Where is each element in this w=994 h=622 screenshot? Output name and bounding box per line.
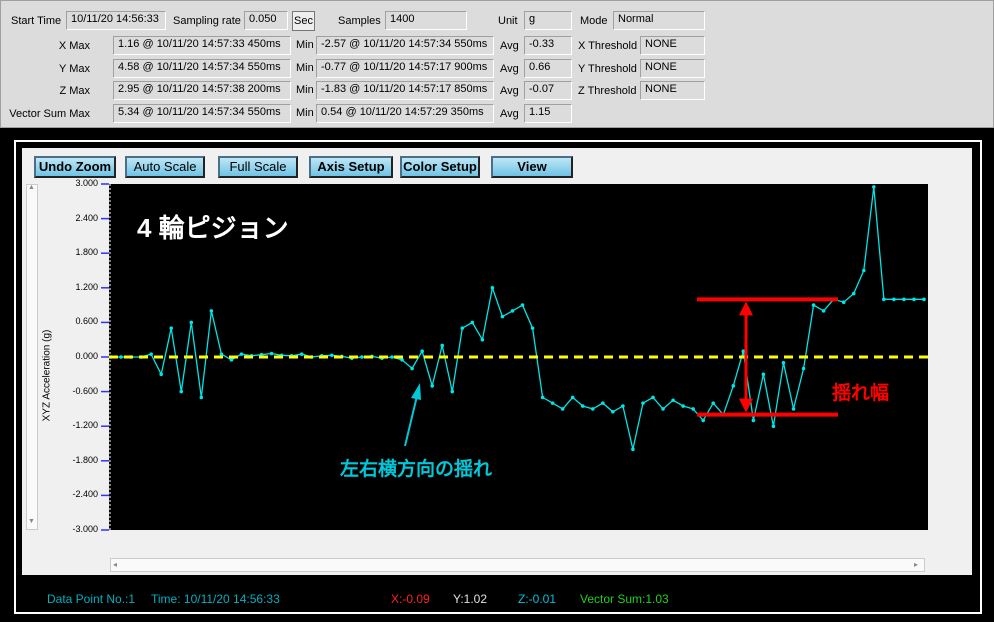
data-point [169,326,174,330]
data-point [892,297,896,302]
data-point [219,352,224,356]
data-point [641,401,645,405]
data-point [560,407,565,411]
data-point [119,355,123,359]
data-point [651,395,655,400]
data-point [902,297,906,302]
data-point [711,401,716,405]
status-vector-sum: Vector Sum:1.03 [580,592,669,606]
data-point [861,268,866,273]
data-point [330,353,334,358]
sway-annotation: 左右横方向の揺れ [340,459,493,480]
data-point [540,395,545,400]
data-point [661,407,665,411]
data-point [882,297,886,302]
data-point [360,355,364,359]
data-point [189,320,194,325]
data-point [520,303,525,307]
data-point [470,320,475,325]
status-z: Z:-0.01 [518,592,557,606]
data-point [480,337,485,342]
data-point [841,300,846,305]
data-point [430,384,434,388]
data-point [691,407,695,411]
data-point [450,389,455,394]
data-point [390,355,394,359]
data-point [791,407,796,411]
data-point [580,404,585,408]
data-point [179,389,184,394]
status-x: X:-0.09 [391,592,430,606]
data-point [631,447,635,452]
data-point [159,372,163,377]
status-y: Y:1.02 [453,592,488,606]
status-time: Time: 10/11/20 14:56:33 [151,592,280,606]
data-point [601,401,605,405]
data-point [801,366,806,371]
data-point [611,409,615,414]
data-point [771,424,776,429]
data-point [400,358,404,362]
data-point [530,326,535,330]
data-point [199,395,204,400]
data-point [299,352,304,356]
data-point [671,398,675,403]
data-point [209,309,214,313]
data-point [510,309,515,313]
data-point [701,418,705,423]
status-data-point: Data Point No.:1 [47,592,136,606]
data-point [410,366,414,371]
data-point [621,404,625,408]
data-point [811,303,816,307]
data-point [269,351,274,356]
data-point [821,309,826,313]
data-point [550,401,555,405]
data-point [460,326,465,330]
data-point [500,314,505,319]
data-point [229,358,234,362]
data-point [440,343,445,348]
data-point [590,407,595,411]
range-annotation: 揺れ幅 [832,383,890,404]
chart-plot[interactable] [0,0,994,622]
data-point [490,286,495,290]
data-point [872,185,876,189]
data-point [922,297,926,302]
data-point [781,360,786,365]
data-point [149,352,153,356]
data-point [420,349,424,354]
data-point [570,395,575,400]
data-point [761,372,766,377]
chart-title-annotation: 4 輪ピジョン [137,213,289,243]
data-point [239,352,244,356]
data-point [751,418,756,423]
data-point [731,384,736,388]
data-point [851,291,856,296]
data-point [681,404,685,408]
data-point [912,297,916,302]
